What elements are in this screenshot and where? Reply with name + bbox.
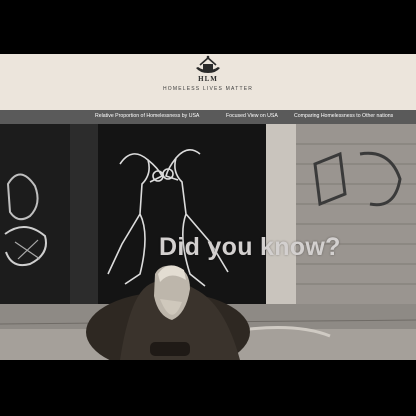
site-tagline: HOMELESS LIVES MATTER: [162, 86, 254, 92]
nav-link-relative-proportion[interactable]: Relative Proportion of Homelessness by U…: [95, 113, 199, 119]
site-header: HLM HOMELESS LIVES MATTER: [0, 54, 416, 110]
nav-link-focused-view[interactable]: Focused View on USA: [226, 113, 278, 119]
letterbox-bottom: [0, 360, 416, 416]
site-logo-text[interactable]: HLM: [0, 75, 416, 83]
nav-link-comparing-nations[interactable]: Comparing Homelessness to Other nations: [294, 113, 393, 119]
letterbox-top: [0, 0, 416, 54]
hand-holding-house-icon[interactable]: [194, 54, 222, 74]
main-nav: Relative Proportion of Homelessness by U…: [0, 110, 416, 124]
hero-section: Did you know?: [0, 124, 416, 360]
hero-heading: Did you know?: [159, 232, 341, 261]
